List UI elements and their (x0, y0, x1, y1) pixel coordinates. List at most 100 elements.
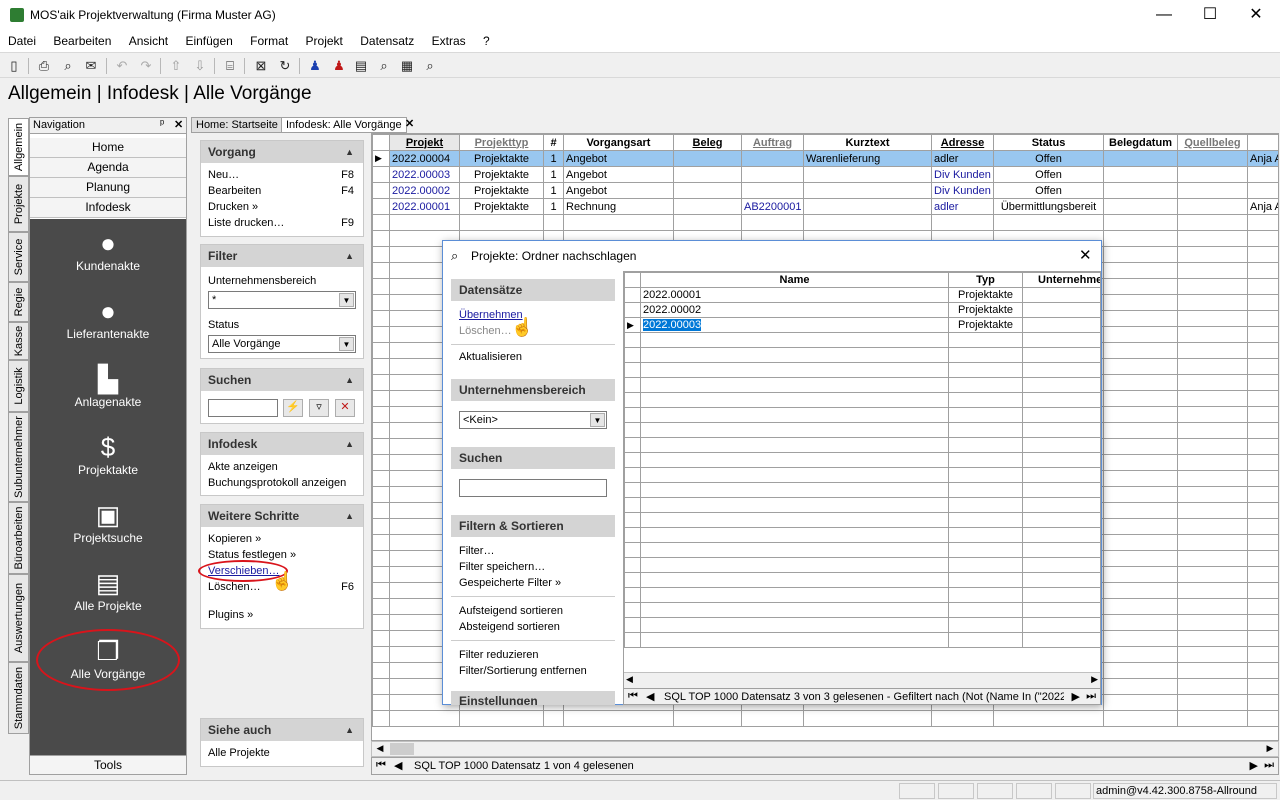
tab-logistik[interactable]: Logistik (8, 360, 29, 412)
horizontal-scrollbar[interactable]: ◀ ▶ (371, 741, 1279, 757)
datensaetze-header[interactable]: Datensätze (451, 279, 615, 301)
collapse-icon[interactable]: ▲ (345, 433, 354, 455)
row-indicator[interactable] (624, 287, 641, 303)
filtern-sortieren-header[interactable]: Filtern & Sortieren (451, 515, 615, 537)
column-header[interactable]: Vorgangsart (563, 134, 674, 151)
dropdown-arrow-icon[interactable]: ▼ (590, 413, 605, 427)
zoom-icon[interactable]: ⌕ (421, 57, 439, 75)
column-header[interactable]: Kurztext (803, 134, 932, 151)
new-document-icon[interactable]: ▯ (5, 57, 23, 75)
delete-icon[interactable]: ⊠ (252, 57, 270, 75)
row-indicator[interactable] (372, 182, 390, 199)
siehe-auch-header[interactable]: Siehe auch ▲ (201, 719, 363, 741)
column-header[interactable]: Quellbeleg (1177, 134, 1248, 151)
first-record-icon[interactable]: ⏮ (628, 690, 638, 703)
nav-infodesk-button[interactable]: Infodesk (30, 198, 186, 218)
filter-list-icon[interactable]: ▿ (309, 399, 329, 417)
task-kopieren[interactable]: Kopieren » (208, 531, 356, 547)
tab-subunternehmer[interactable]: Subunternehmer (8, 412, 29, 502)
maximize-button[interactable]: ☐ (1187, 0, 1233, 30)
scroll-right-icon[interactable]: ▶ (1263, 743, 1277, 755)
previous-record-icon[interactable]: ◀ (646, 690, 654, 703)
nav-projektsuche[interactable]: ▣ Projektsuche (30, 491, 186, 559)
filter-remove-icon[interactable]: ✕ (335, 399, 355, 417)
absteigend-link[interactable]: Absteigend sortieren (459, 619, 607, 635)
aufsteigend-link[interactable]: Aufsteigend sortieren (451, 596, 615, 619)
minimize-button[interactable]: — (1141, 0, 1187, 30)
filter-entfernen-link[interactable]: Filter/Sortierung entfernen (459, 663, 607, 679)
column-header[interactable]: Auftrag (741, 134, 804, 151)
nav-planung-button[interactable]: Planung (30, 178, 186, 198)
last-record-icon[interactable]: ⏭ (1086, 690, 1096, 703)
menu-format[interactable]: Format (244, 30, 294, 52)
weitere-schritte-header[interactable]: Weitere Schritte ▲ (201, 505, 363, 527)
pin-icon[interactable]: ᵖ (160, 118, 164, 130)
dialog-column-header[interactable]: Unternehmen (1022, 272, 1100, 288)
table-row[interactable]: 2022.00001 Projektakte 1 Rechnung AB2200001 a… (372, 198, 1278, 215)
collapse-icon[interactable]: ▲ (345, 369, 354, 391)
collapse-icon[interactable]: ▲ (345, 719, 354, 741)
dialog-bereich-select[interactable]: <Kein> ▼ (459, 411, 607, 429)
tab-regie[interactable]: Regie (8, 282, 29, 322)
collapse-icon[interactable]: ▲ (345, 505, 354, 527)
tab-auswertungen[interactable]: Auswertungen (8, 574, 29, 662)
tab-projekte[interactable]: Projekte (8, 176, 29, 232)
bereich-select[interactable]: * ▼ (208, 291, 356, 309)
tab-home-startseite[interactable]: Home: Startseite (191, 117, 283, 133)
last-record-icon[interactable]: ⏭ (1264, 759, 1274, 772)
task-akte-anzeigen[interactable]: Akte anzeigen (208, 459, 356, 475)
task-alle-projekte[interactable]: Alle Projekte (208, 745, 356, 761)
column-header[interactable]: Status (993, 134, 1104, 151)
status-select[interactable]: Alle Vorgänge ▼ (208, 335, 356, 353)
task-plugins[interactable]: Plugins » (208, 607, 356, 623)
nav-tools-button[interactable]: Tools (30, 755, 186, 774)
document-search-icon[interactable]: ⌸ (221, 57, 239, 75)
vorgang-panel-header[interactable]: Vorgang ▲ (201, 141, 363, 163)
filter-panel-header[interactable]: Filter ▲ (201, 245, 363, 267)
first-record-icon[interactable]: ⏮ (376, 759, 386, 772)
table-row[interactable]: 2022.00002 Projektakte 1 Angebot Div Kunden O… (372, 182, 1278, 199)
close-tab-icon[interactable]: ✕ (405, 117, 414, 130)
table-row[interactable]: 2022.00003 Projektakte 1 Angebot Div Kunden O… (372, 166, 1278, 183)
row-indicator[interactable] (372, 198, 390, 215)
scroll-left-icon[interactable]: ◀ (626, 674, 633, 685)
mail-icon[interactable]: ✉ (82, 57, 100, 75)
dialog-column-header[interactable]: Name (640, 272, 949, 288)
close-button[interactable]: ✕ (1233, 0, 1279, 30)
tab-service[interactable]: Service (8, 232, 29, 282)
menu-help[interactable]: ? (477, 30, 496, 52)
window-icon[interactable]: ▤ (352, 57, 370, 75)
nav-kundenakte[interactable]: ● Kundenakte (30, 219, 186, 287)
dialog-table-row[interactable]: ▶ 2022.00003 Projektakte (624, 317, 1100, 333)
column-header[interactable]: Projekt (389, 134, 460, 151)
dialog-table-row[interactable]: 2022.00001 Projektakte (624, 287, 1100, 303)
tab-allgemein[interactable]: Allgemein (8, 118, 29, 176)
nav-alle-projekte[interactable]: ▤ Alle Projekte (30, 559, 186, 627)
task-bearbeiten[interactable]: Bearbeiten F4 (208, 183, 356, 199)
column-header[interactable] (1247, 134, 1278, 151)
next-record-icon[interactable]: ▶ (1250, 759, 1258, 772)
search-window-icon[interactable]: ⌕ (375, 57, 393, 75)
filter-speichern-link[interactable]: Filter speichern… (459, 559, 607, 575)
task-liste-drucken[interactable]: Liste drucken… F9 (208, 215, 356, 231)
dialog-close-icon[interactable]: ✕ (1079, 246, 1092, 264)
redo-icon[interactable]: ↷ (137, 57, 155, 75)
dialog-table-row[interactable]: 2022.00002 Projektakte (624, 302, 1100, 318)
print-preview-icon[interactable]: ⌕ (59, 57, 77, 75)
menu-extras[interactable]: Extras (426, 30, 472, 52)
infodesk-panel-header[interactable]: Infodesk ▲ (201, 433, 363, 455)
column-header[interactable]: Belegdatum (1103, 134, 1178, 151)
menu-datei[interactable]: Datei (2, 30, 42, 52)
aktualisieren-link[interactable]: Aktualisieren (451, 344, 615, 365)
column-header[interactable]: Beleg (673, 134, 742, 151)
dialog-suchen-header[interactable]: Suchen (451, 447, 615, 469)
search-input[interactable] (208, 399, 278, 417)
user-red-icon[interactable]: ♟ (330, 57, 348, 75)
task-buchungsprotokoll[interactable]: Buchungsprotokoll anzeigen (208, 475, 356, 491)
close-navigation-icon[interactable]: ✕ (174, 118, 183, 131)
task-drucken[interactable]: Drucken » (208, 199, 356, 215)
next-record-icon[interactable]: ▶ (1072, 690, 1080, 703)
suchen-panel-header[interactable]: Suchen ▲ (201, 369, 363, 391)
collapse-icon[interactable]: ▲ (345, 245, 354, 267)
row-indicator[interactable]: ▶ (372, 150, 390, 167)
